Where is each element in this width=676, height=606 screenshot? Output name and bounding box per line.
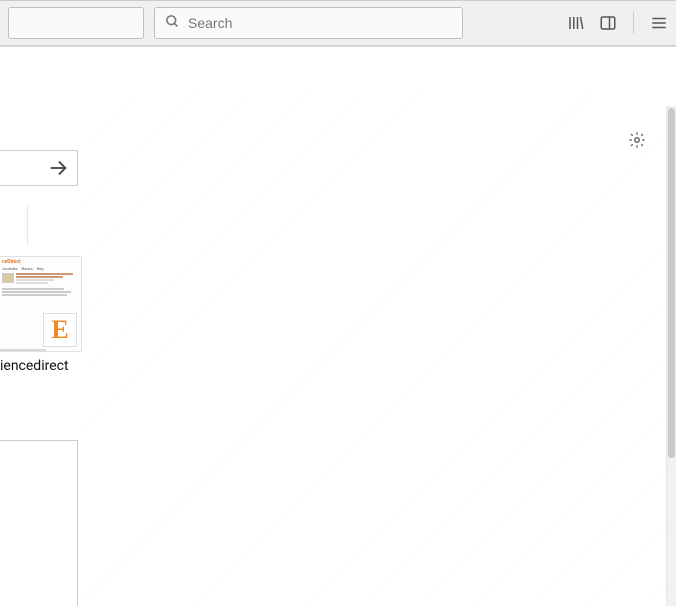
vertical-scrollbar[interactable] xyxy=(666,106,676,606)
library-icon[interactable] xyxy=(567,14,585,32)
shortcut-tile[interactable]: ceDirect JournalsBooksReg E ie xyxy=(0,256,82,374)
scrollbar-thumb[interactable] xyxy=(668,108,675,458)
favicon-badge: E xyxy=(43,313,77,347)
shortcut-label: iencedirect xyxy=(0,358,82,374)
thumbnail-brand: ceDirect xyxy=(2,259,79,265)
menu-icon[interactable] xyxy=(650,14,668,32)
shortcut-thumbnail: ceDirect JournalsBooksReg E xyxy=(0,256,82,352)
browser-toolbar xyxy=(0,0,676,46)
url-bar[interactable] xyxy=(8,7,144,39)
arrow-right-icon xyxy=(47,157,69,179)
search-submit-fragment[interactable] xyxy=(0,150,78,186)
search-bar[interactable] xyxy=(154,7,463,39)
page-content: ceDirect JournalsBooksReg E ie xyxy=(0,46,676,606)
gear-icon[interactable] xyxy=(628,131,646,153)
toolbar-divider xyxy=(633,12,634,34)
search-input[interactable] xyxy=(188,15,452,31)
sidebar-icon[interactable] xyxy=(599,14,617,32)
panel-fragment xyxy=(0,206,28,246)
search-icon xyxy=(165,14,180,33)
panel-fragment-bottom xyxy=(0,440,78,606)
